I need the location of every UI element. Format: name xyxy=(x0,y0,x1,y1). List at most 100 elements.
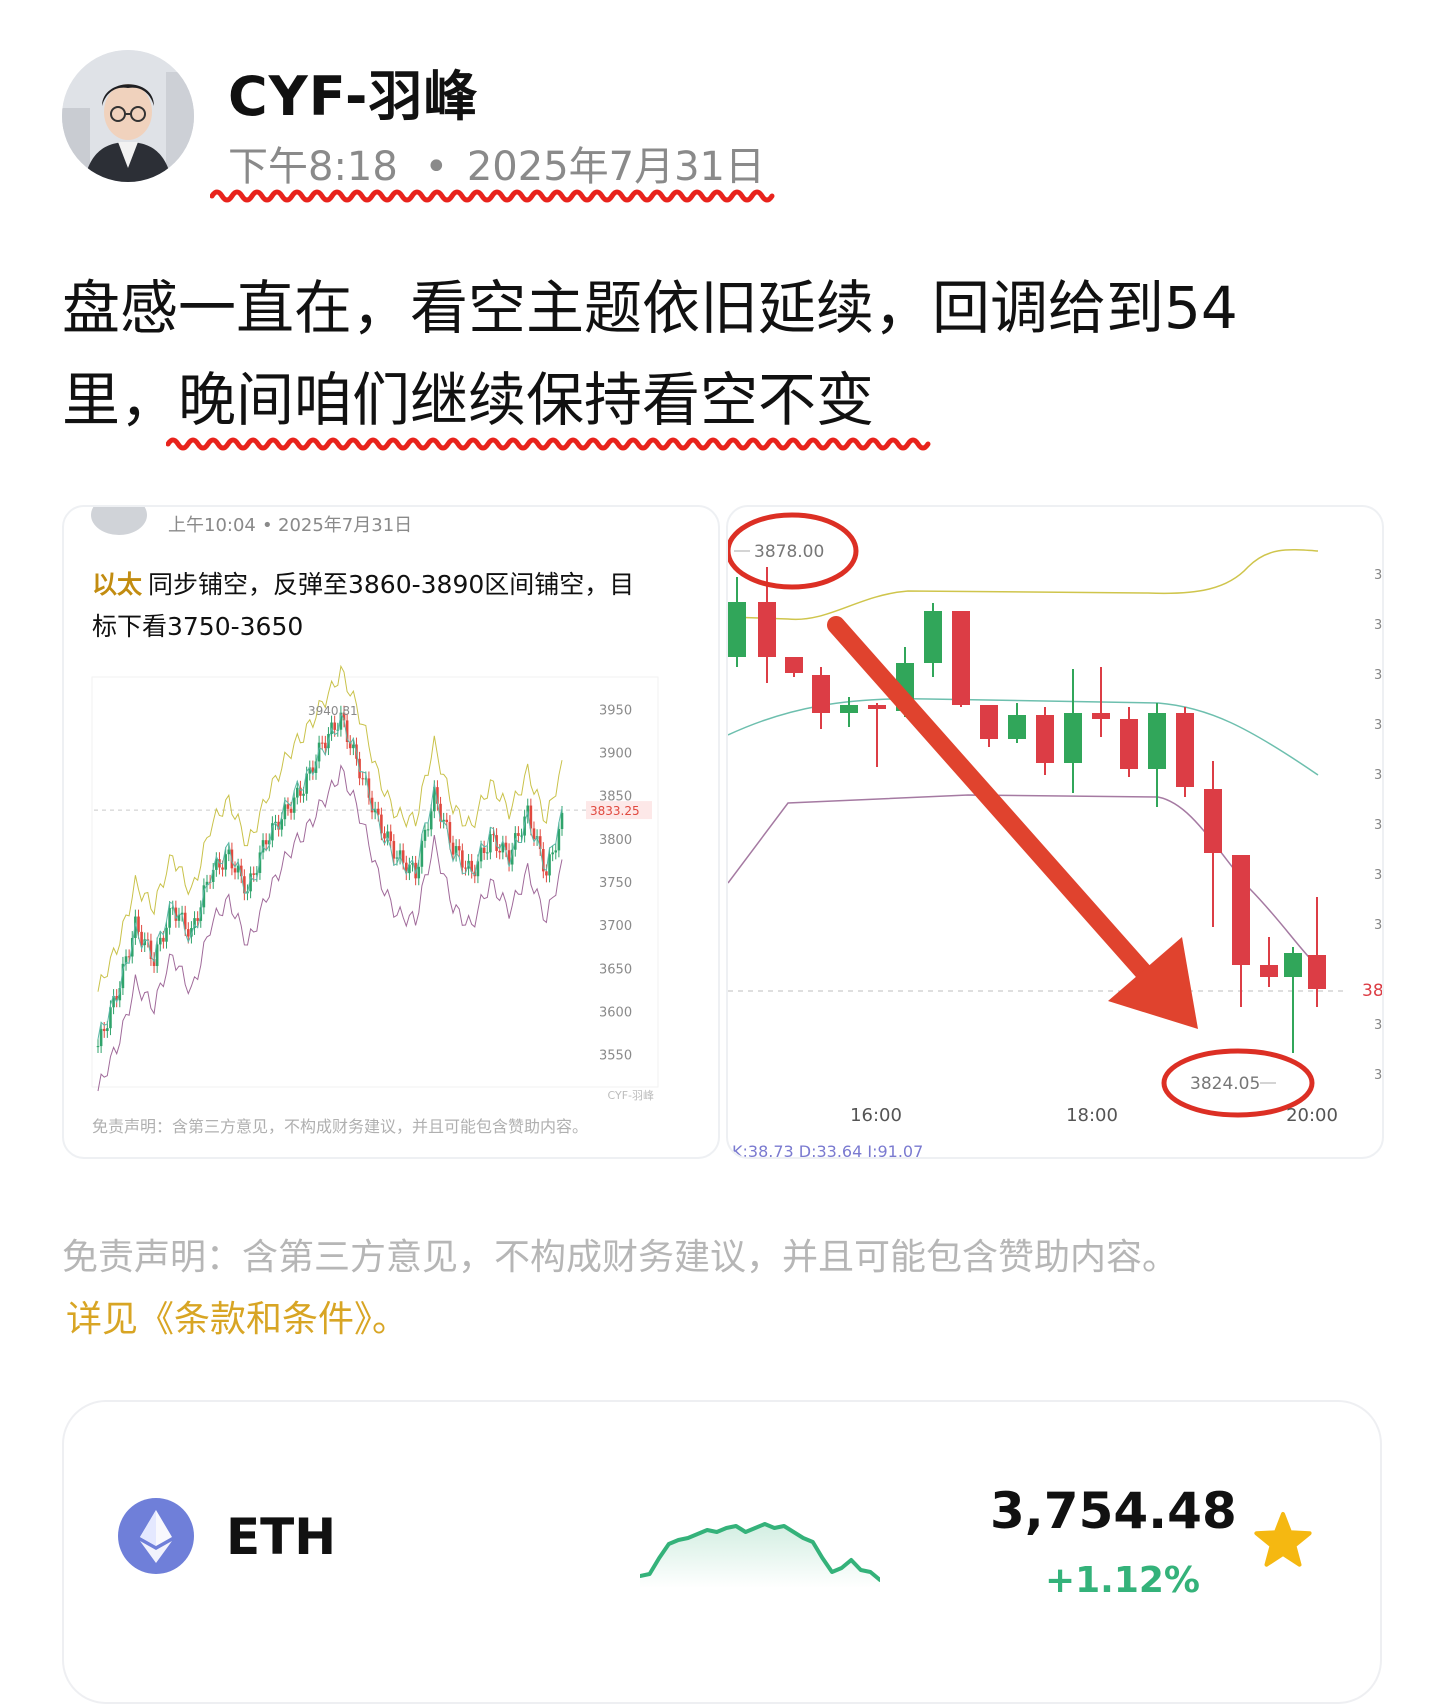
candle-body xyxy=(1204,789,1222,853)
y-tick-fragment: 3 xyxy=(1374,568,1382,583)
timestamp-underline xyxy=(210,189,775,203)
candle-body xyxy=(333,722,336,730)
candle-body xyxy=(485,852,489,854)
post-highlight-text: 晚间咱们继续保持看空不变 xyxy=(178,366,875,434)
card-disclaimer: 免责声明：含第三方意见，不构成财务建议，并且可能包含赞助内容。 xyxy=(92,1117,588,1136)
candle-body xyxy=(445,819,449,823)
candle-body xyxy=(320,742,324,744)
y-tick-label: 3750 xyxy=(599,876,632,891)
candle-body xyxy=(395,857,399,859)
candle-body xyxy=(286,804,290,809)
candle-body xyxy=(289,808,293,813)
y-tick-label: 3600 xyxy=(599,1006,632,1021)
candle-body xyxy=(423,829,427,841)
candle-body xyxy=(162,937,165,942)
candle-body xyxy=(868,705,886,709)
candle-body xyxy=(1308,955,1326,989)
avatar[interactable] xyxy=(62,50,194,182)
x-tick-label: 18:00 xyxy=(1066,1105,1118,1126)
candle-body xyxy=(498,850,502,853)
candle-body xyxy=(785,657,803,673)
candle-body xyxy=(389,831,393,842)
candle-body xyxy=(361,778,364,780)
x-tick-label: 20:00 xyxy=(1286,1105,1338,1126)
post-date: 2025年7月31日 xyxy=(466,144,766,190)
candle-body xyxy=(383,833,386,839)
star-icon[interactable] xyxy=(1250,1508,1316,1574)
candle-body xyxy=(517,833,520,836)
y-tick-label: 3950 xyxy=(599,703,632,718)
candle-body xyxy=(187,929,190,937)
candle-body xyxy=(252,873,256,875)
candle-body xyxy=(96,1046,100,1048)
candle-body xyxy=(451,842,455,855)
candle-body xyxy=(482,847,486,853)
current-price-label: 3833.25 xyxy=(590,804,640,818)
candle-body xyxy=(392,841,396,859)
y-tick-label: 3650 xyxy=(599,962,632,977)
card-watermark: CYF-羽峰 xyxy=(607,1089,654,1102)
y-tick-label: 3700 xyxy=(599,919,632,934)
y-tick-fragment: 3 xyxy=(1374,1068,1382,1083)
post-line-2: 里，晚间咱们继续保持看空不变 xyxy=(62,354,1382,446)
candle-body xyxy=(99,1028,103,1047)
candle-body xyxy=(102,1028,106,1032)
candle-body xyxy=(224,854,227,870)
terms-link[interactable]: 详见《条款和条件》。 xyxy=(66,1290,408,1342)
y-tick-fragment: 3 xyxy=(1374,918,1382,933)
post-time: 下午8:18 xyxy=(228,144,398,190)
card-date: 2025年7月31日 xyxy=(278,515,412,536)
candle-body xyxy=(812,675,830,713)
author-name[interactable]: CYF-羽峰 xyxy=(228,52,478,131)
candle-body xyxy=(158,937,162,945)
card-time: 上午10:04 xyxy=(168,515,256,536)
candle-body xyxy=(106,1028,109,1032)
ticker-price: 3,754.48 xyxy=(990,1482,1237,1540)
candle-body xyxy=(296,787,299,798)
candle-body xyxy=(196,918,199,921)
y-tick-label: 3550 xyxy=(599,1049,632,1064)
zoomed-chart: 3 3 3 3 3 3 3 3 3 3 38 3878.00 3824.05 16:00 18:00 20:0… xyxy=(728,512,1382,1157)
candle-body xyxy=(980,705,998,739)
candle-body xyxy=(728,602,746,657)
eth-icon xyxy=(118,1498,194,1574)
candle-body xyxy=(417,866,421,879)
ticker-symbol: ETH xyxy=(226,1508,337,1566)
candle-body xyxy=(302,793,305,796)
y-tick-fragment: 3 xyxy=(1374,868,1382,883)
y-tick-fragment: 3 xyxy=(1374,718,1382,733)
candle-body xyxy=(168,908,171,928)
image-card-left[interactable]: 上午10:04 • 2025年7月31日 以太 同步铺空，反弹至3860-389… xyxy=(62,505,720,1159)
post-line-1: 盘感一直在，看空主题依旧延续，回调给到54 xyxy=(62,274,1238,342)
candle-body xyxy=(545,871,548,876)
candle-body xyxy=(165,927,168,942)
candle-body xyxy=(457,846,461,851)
candle-body xyxy=(489,834,492,853)
y-tick-fragment: 3 xyxy=(1374,1018,1382,1033)
candle-body xyxy=(551,852,554,855)
bollinger-lower xyxy=(728,794,1319,968)
candle-body xyxy=(1176,713,1194,787)
candle-body xyxy=(924,611,942,663)
highlight-underline xyxy=(166,437,931,451)
mini-chart-area xyxy=(91,676,659,1088)
candle-body xyxy=(560,812,564,830)
image-card-right[interactable]: 3 3 3 3 3 3 3 3 3 3 38 3878.00 3824.05 16:00 18:00 20:0… xyxy=(726,505,1384,1159)
high-label: 3878.00 xyxy=(754,542,824,562)
candle-body xyxy=(221,867,224,870)
ticker-change: +1.12% xyxy=(1044,1560,1200,1601)
candle-body xyxy=(233,868,237,873)
y-tick-fragment: 3 xyxy=(1374,768,1382,783)
post-body: 盘感一直在，看空主题依旧延续，回调给到54 里，晚间咱们继续保持看空不变 xyxy=(62,262,1382,446)
disclaimer-text: 免责声明：含第三方意见，不构成财务建议，并且可能包含赞助内容。 xyxy=(62,1237,1179,1278)
y-tick-label: 3900 xyxy=(599,746,632,761)
current-price-edge-label: 38 xyxy=(1362,981,1382,1001)
y-tick-label: 3800 xyxy=(599,833,632,848)
candle-body xyxy=(554,850,558,853)
candle-body xyxy=(1148,713,1166,769)
post-line-2-prefix: 里， xyxy=(62,366,179,434)
candle-body xyxy=(464,867,467,869)
candle-body xyxy=(461,850,464,868)
candle-body xyxy=(1120,719,1138,769)
candle-body xyxy=(137,916,140,932)
